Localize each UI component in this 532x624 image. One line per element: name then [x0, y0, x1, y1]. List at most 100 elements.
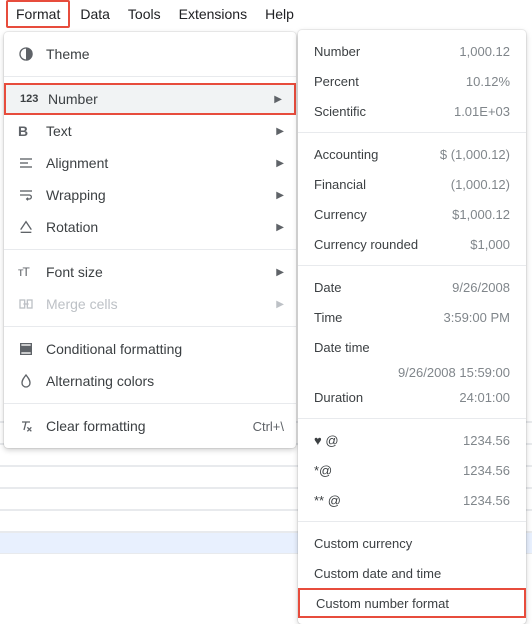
number-option-percent[interactable]: Percent 10.12% — [298, 66, 526, 96]
clear-formatting-icon — [18, 418, 40, 434]
sample: (1,000.12) — [451, 177, 510, 192]
label: Financial — [314, 177, 366, 192]
text-icon: B — [18, 123, 40, 139]
menu-conditional-formatting[interactable]: Conditional formatting — [4, 333, 296, 365]
sample: 1234.56 — [463, 493, 510, 508]
sample: 1234.56 — [463, 463, 510, 478]
theme-icon — [18, 46, 40, 62]
chevron-right-icon: ▶ — [276, 126, 284, 137]
menu-rotation-label: Rotation — [40, 219, 268, 235]
sample: 9/26/2008 — [452, 280, 510, 295]
label: Date time — [314, 340, 370, 355]
label: Date — [314, 280, 341, 295]
number-option-time[interactable]: Time 3:59:00 PM — [298, 302, 526, 332]
number-option-datetime[interactable]: Date time — [298, 332, 526, 362]
label: Percent — [314, 74, 359, 89]
menu-alternating-colors[interactable]: Alternating colors — [4, 365, 296, 397]
chevron-right-icon: ▶ — [274, 94, 282, 105]
divider — [4, 326, 296, 327]
menu-merge-cells: Merge cells ▶ — [4, 288, 296, 320]
chevron-right-icon: ▶ — [276, 222, 284, 233]
label: ** @ — [314, 493, 341, 508]
label: Custom date and time — [314, 566, 441, 581]
menu-merge-cells-label: Merge cells — [40, 296, 268, 312]
menu-text[interactable]: B Text ▶ — [4, 115, 296, 147]
menubar-tools[interactable]: Tools — [120, 2, 169, 26]
number-option-datetime-sample: 9/26/2008 15:59:00 — [298, 362, 526, 382]
menubar-format[interactable]: Format — [6, 0, 70, 28]
chevron-right-icon: ▶ — [276, 158, 284, 169]
sample: 3:59:00 PM — [444, 310, 511, 325]
menu-wrapping[interactable]: Wrapping ▶ — [4, 179, 296, 211]
conditional-formatting-icon — [18, 341, 40, 357]
menubar-data[interactable]: Data — [72, 2, 118, 26]
sample: $1,000.12 — [452, 207, 510, 222]
number-option-date[interactable]: Date 9/26/2008 — [298, 272, 526, 302]
menu-rotation[interactable]: Rotation ▶ — [4, 211, 296, 243]
menu-clear-formatting[interactable]: Clear formatting Ctrl+\ — [4, 410, 296, 442]
sample: 1,000.12 — [459, 44, 510, 59]
sample: $ (1,000.12) — [440, 147, 510, 162]
sample: $1,000 — [470, 237, 510, 252]
menu-font-size[interactable]: ᴛT Font size ▶ — [4, 256, 296, 288]
label: Custom currency — [314, 536, 412, 551]
number-option-currency-rounded[interactable]: Currency rounded $1,000 — [298, 229, 526, 259]
menubar: Format Data Tools Extensions Help — [0, 0, 532, 28]
sample: 10.12% — [466, 74, 510, 89]
divider — [4, 403, 296, 404]
menu-theme[interactable]: Theme — [4, 38, 296, 70]
label: Currency rounded — [314, 237, 418, 252]
alignment-icon — [18, 155, 40, 171]
number-option-custom-1[interactable]: ♥ @ 1234.56 — [298, 425, 526, 455]
sample: 1234.56 — [463, 433, 510, 448]
sample: 9/26/2008 15:59:00 — [398, 365, 510, 380]
divider — [4, 76, 296, 77]
menubar-help[interactable]: Help — [257, 2, 302, 26]
menu-clear-formatting-shortcut: Ctrl+\ — [253, 419, 284, 434]
number-option-custom-2[interactable]: *@ 1234.56 — [298, 455, 526, 485]
menu-wrapping-label: Wrapping — [40, 187, 268, 203]
menu-text-label: Text — [40, 123, 268, 139]
label: Scientific — [314, 104, 366, 119]
menu-alignment[interactable]: Alignment ▶ — [4, 147, 296, 179]
divider — [4, 249, 296, 250]
label: Time — [314, 310, 342, 325]
chevron-right-icon: ▶ — [276, 190, 284, 201]
label: Currency — [314, 207, 367, 222]
menu-number[interactable]: 123 Number ▶ — [4, 83, 296, 115]
divider — [298, 265, 526, 266]
number-option-custom-number-format[interactable]: Custom number format — [298, 588, 526, 618]
number-option-number[interactable]: Number 1,000.12 — [298, 36, 526, 66]
label: Accounting — [314, 147, 378, 162]
number-option-custom-3[interactable]: ** @ 1234.56 — [298, 485, 526, 515]
label: Number — [314, 44, 360, 59]
divider — [298, 132, 526, 133]
number-option-custom-datetime[interactable]: Custom date and time — [298, 558, 526, 588]
divider — [298, 521, 526, 522]
number-option-accounting[interactable]: Accounting $ (1,000.12) — [298, 139, 526, 169]
menu-font-size-label: Font size — [40, 264, 268, 280]
format-menu: Theme 123 Number ▶ B Text ▶ Alignment ▶ … — [4, 32, 296, 448]
number-option-duration[interactable]: Duration 24:01:00 — [298, 382, 526, 412]
number-option-financial[interactable]: Financial (1,000.12) — [298, 169, 526, 199]
number-submenu: Number 1,000.12 Percent 10.12% Scientifi… — [298, 30, 526, 624]
label: Custom number format — [316, 596, 449, 611]
chevron-right-icon: ▶ — [276, 267, 284, 278]
menu-alignment-label: Alignment — [40, 155, 268, 171]
sample: 1.01E+03 — [454, 104, 510, 119]
menu-theme-label: Theme — [40, 46, 284, 62]
number-icon: 123 — [20, 93, 42, 105]
number-option-currency[interactable]: Currency $1,000.12 — [298, 199, 526, 229]
menu-alternating-colors-label: Alternating colors — [40, 373, 284, 389]
divider — [298, 418, 526, 419]
rotation-icon — [18, 219, 40, 235]
menubar-extensions[interactable]: Extensions — [171, 2, 255, 26]
menu-clear-formatting-label: Clear formatting — [40, 418, 253, 434]
number-option-custom-currency[interactable]: Custom currency — [298, 528, 526, 558]
number-option-scientific[interactable]: Scientific 1.01E+03 — [298, 96, 526, 126]
label: ♥ @ — [314, 433, 339, 448]
alternating-colors-icon — [18, 373, 40, 389]
font-size-icon: ᴛT — [18, 265, 40, 279]
sample: 24:01:00 — [459, 390, 510, 405]
menu-conditional-formatting-label: Conditional formatting — [40, 341, 284, 357]
